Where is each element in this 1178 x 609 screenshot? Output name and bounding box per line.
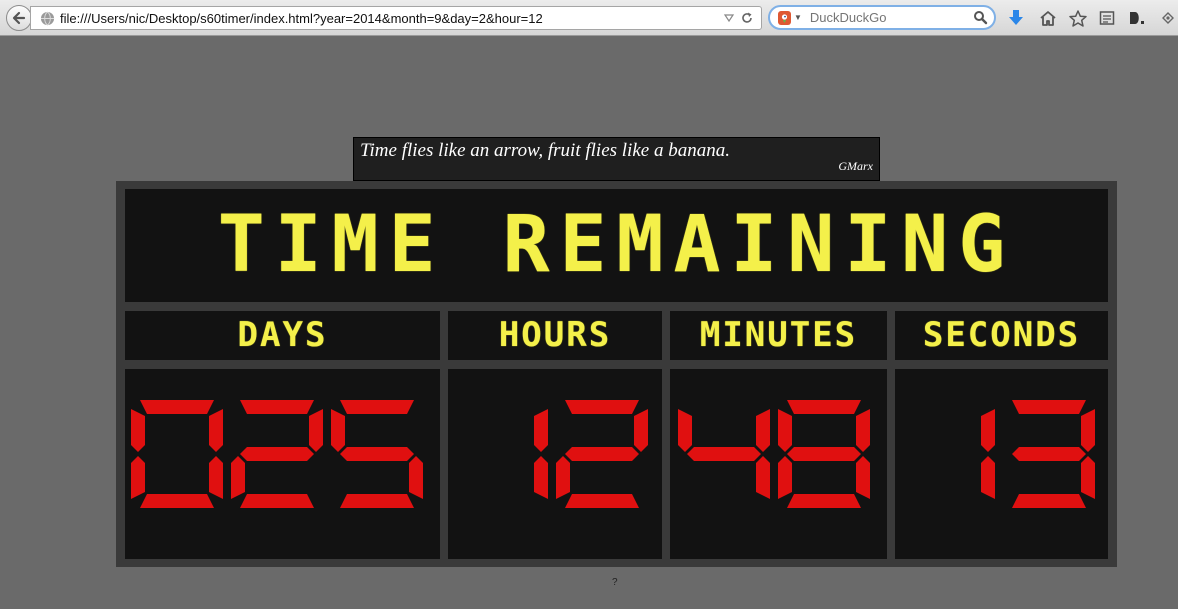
bookmark-star-icon[interactable] bbox=[1068, 8, 1088, 28]
quote-text: Time flies like an arrow, fruit flies li… bbox=[360, 140, 730, 161]
segment-f bbox=[131, 409, 145, 452]
search-input[interactable] bbox=[807, 9, 972, 26]
segment-g bbox=[787, 447, 861, 461]
history-dropdown-icon[interactable] bbox=[723, 12, 735, 24]
segment-e bbox=[778, 456, 792, 499]
days-label-panel: DAYS bbox=[125, 311, 440, 360]
segment-b bbox=[856, 409, 870, 452]
reload-icon[interactable] bbox=[740, 11, 754, 25]
browser-toolbar: file:///Users/nic/Desktop/s60timer/index… bbox=[0, 0, 1178, 36]
title-panel: TIME REMAINING bbox=[125, 189, 1108, 302]
digit-1 bbox=[556, 400, 648, 508]
extension-icon[interactable] bbox=[1158, 8, 1178, 28]
segment-d bbox=[240, 494, 314, 508]
segment-b bbox=[634, 409, 648, 452]
segment-f bbox=[678, 409, 692, 452]
hours-value-panel bbox=[448, 369, 662, 559]
segment-d bbox=[340, 494, 414, 508]
segment-d bbox=[140, 494, 214, 508]
segment-f bbox=[331, 409, 345, 452]
segment-c bbox=[1081, 456, 1095, 499]
seconds-label-panel: SECONDS bbox=[895, 311, 1108, 360]
segment-c bbox=[756, 456, 770, 499]
hours-label-panel: HOURS bbox=[448, 311, 662, 360]
search-bar[interactable]: ▼ bbox=[768, 5, 996, 30]
segment-a bbox=[240, 400, 314, 414]
digit-0 bbox=[131, 400, 223, 508]
segment-c bbox=[409, 456, 423, 499]
back-arrow-icon bbox=[12, 11, 26, 25]
digit-0 bbox=[981, 409, 995, 499]
segment-e bbox=[556, 456, 570, 499]
board-title: TIME REMAINING bbox=[217, 200, 1016, 290]
digit-0 bbox=[534, 409, 548, 499]
readability-icon[interactable] bbox=[1127, 8, 1147, 28]
segment-b bbox=[981, 409, 995, 452]
segment-d bbox=[565, 494, 639, 508]
segment-b bbox=[756, 409, 770, 452]
quote-author: GMarx bbox=[838, 159, 873, 173]
days-label: DAYS bbox=[237, 315, 328, 355]
hours-label: HOURS bbox=[498, 315, 612, 355]
segment-c bbox=[534, 456, 548, 499]
address-bar[interactable]: file:///Users/nic/Desktop/s60timer/index… bbox=[30, 6, 762, 30]
back-button[interactable] bbox=[6, 5, 32, 31]
segment-b bbox=[309, 409, 323, 452]
days-digits bbox=[131, 400, 423, 508]
seconds-label: SECONDS bbox=[922, 315, 1081, 355]
segment-a bbox=[340, 400, 414, 414]
segment-a bbox=[140, 400, 214, 414]
segment-c bbox=[856, 456, 870, 499]
seconds-digits bbox=[981, 400, 1095, 508]
digit-2 bbox=[331, 400, 423, 508]
segment-a bbox=[1012, 400, 1086, 414]
segment-g bbox=[240, 447, 314, 461]
segment-d bbox=[1012, 494, 1086, 508]
minutes-value-panel bbox=[670, 369, 887, 559]
digit-1 bbox=[1012, 400, 1095, 508]
countdown-board: TIME REMAINING DAYS HOURS MINUTES SECOND… bbox=[116, 181, 1117, 567]
digit-1 bbox=[778, 400, 870, 508]
globe-icon bbox=[40, 11, 55, 25]
segment-g bbox=[340, 447, 414, 461]
segment-b bbox=[209, 409, 223, 452]
segment-g bbox=[565, 447, 639, 461]
segment-b bbox=[1081, 409, 1095, 452]
days-value-panel bbox=[125, 369, 440, 559]
url-text[interactable]: file:///Users/nic/Desktop/s60timer/index… bbox=[60, 11, 543, 26]
minutes-digits bbox=[678, 400, 870, 508]
segment-a bbox=[787, 400, 861, 414]
segment-a bbox=[565, 400, 639, 414]
downloads-icon[interactable] bbox=[1006, 8, 1026, 28]
digit-1 bbox=[231, 400, 323, 508]
home-icon[interactable] bbox=[1038, 8, 1058, 28]
quote-box: Time flies like an arrow, fruit flies li… bbox=[353, 137, 880, 181]
search-icon[interactable] bbox=[973, 10, 988, 25]
segment-b bbox=[534, 409, 548, 452]
seconds-value-panel bbox=[895, 369, 1108, 559]
footer-mark: ? bbox=[612, 577, 618, 588]
segment-g bbox=[687, 447, 761, 461]
segment-c bbox=[209, 456, 223, 499]
engine-dropdown-icon[interactable]: ▼ bbox=[794, 13, 802, 22]
digit-0 bbox=[678, 409, 770, 499]
minutes-label-panel: MINUTES bbox=[670, 311, 887, 360]
segment-e bbox=[231, 456, 245, 499]
segment-d bbox=[787, 494, 861, 508]
segment-f bbox=[778, 409, 792, 452]
bookmarks-menu-icon[interactable] bbox=[1097, 8, 1117, 28]
segment-e bbox=[131, 456, 145, 499]
minutes-label: MINUTES bbox=[699, 315, 858, 355]
duckduckgo-icon[interactable] bbox=[778, 10, 791, 25]
segment-g bbox=[1012, 447, 1086, 461]
segment-c bbox=[981, 456, 995, 499]
hours-digits bbox=[534, 400, 648, 508]
